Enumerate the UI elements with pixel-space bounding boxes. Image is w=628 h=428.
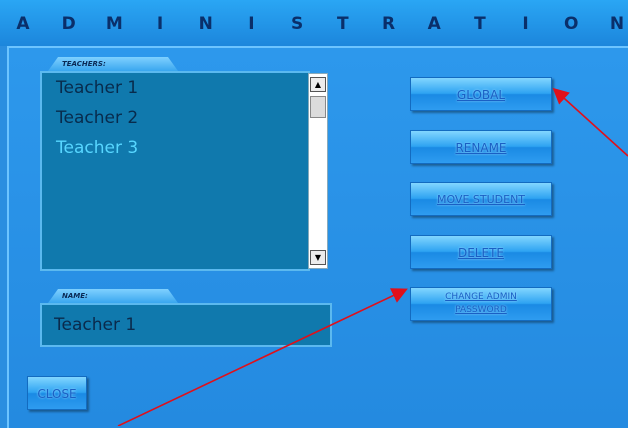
title-letter: M xyxy=(105,14,123,34)
change-admin-password-button[interactable]: CHANGE ADMIN PASSWORD xyxy=(410,287,552,321)
title-letter: D xyxy=(61,14,76,34)
rename-button[interactable]: RENAME xyxy=(410,130,552,164)
title-letter: I xyxy=(156,14,164,34)
teachers-tab-label: TEACHERS: xyxy=(48,57,178,71)
teacher-list-item[interactable]: Teacher 2 xyxy=(42,103,308,133)
window-title: A D M I N I S T R A T I O N xyxy=(14,14,626,34)
change-password-label-line1: CHANGE ADMIN xyxy=(445,292,517,302)
move-student-button[interactable]: MOVE STUDENT xyxy=(410,182,552,216)
title-letter: I xyxy=(248,14,255,34)
teachers-list-scrollbar[interactable]: ▲ ▼ xyxy=(308,73,328,269)
name-input[interactable] xyxy=(44,307,326,343)
close-button[interactable]: CLOSE xyxy=(27,376,87,410)
title-letter: T xyxy=(474,14,486,34)
title-letter: T xyxy=(337,14,349,34)
teachers-list[interactable]: Teacher 1 Teacher 2 Teacher 3 xyxy=(40,71,310,271)
scroll-up-arrow-icon[interactable]: ▲ xyxy=(310,77,326,92)
scroll-down-arrow-icon[interactable]: ▼ xyxy=(310,250,326,265)
name-tab-label: NAME: xyxy=(48,289,178,303)
title-letter: A xyxy=(16,14,30,34)
teacher-list-item[interactable]: Teacher 1 xyxy=(42,73,308,103)
title-letter: I xyxy=(522,14,529,34)
title-letter: S xyxy=(291,14,304,34)
global-button[interactable]: GLOBAL xyxy=(410,77,552,111)
teacher-list-item-selected[interactable]: Teacher 3 xyxy=(42,133,308,163)
change-password-label-line2: PASSWORD xyxy=(455,305,507,315)
title-letter: R xyxy=(381,14,396,34)
name-field-container xyxy=(40,303,332,347)
delete-button[interactable]: DELETE xyxy=(410,235,552,269)
title-letter: A xyxy=(427,14,441,34)
title-letter: N xyxy=(609,14,625,34)
title-letter: O xyxy=(564,14,579,34)
title-bar: A D M I N I S T R A T I O N xyxy=(0,0,628,46)
scroll-thumb[interactable] xyxy=(310,96,326,118)
title-letter: N xyxy=(198,14,213,34)
